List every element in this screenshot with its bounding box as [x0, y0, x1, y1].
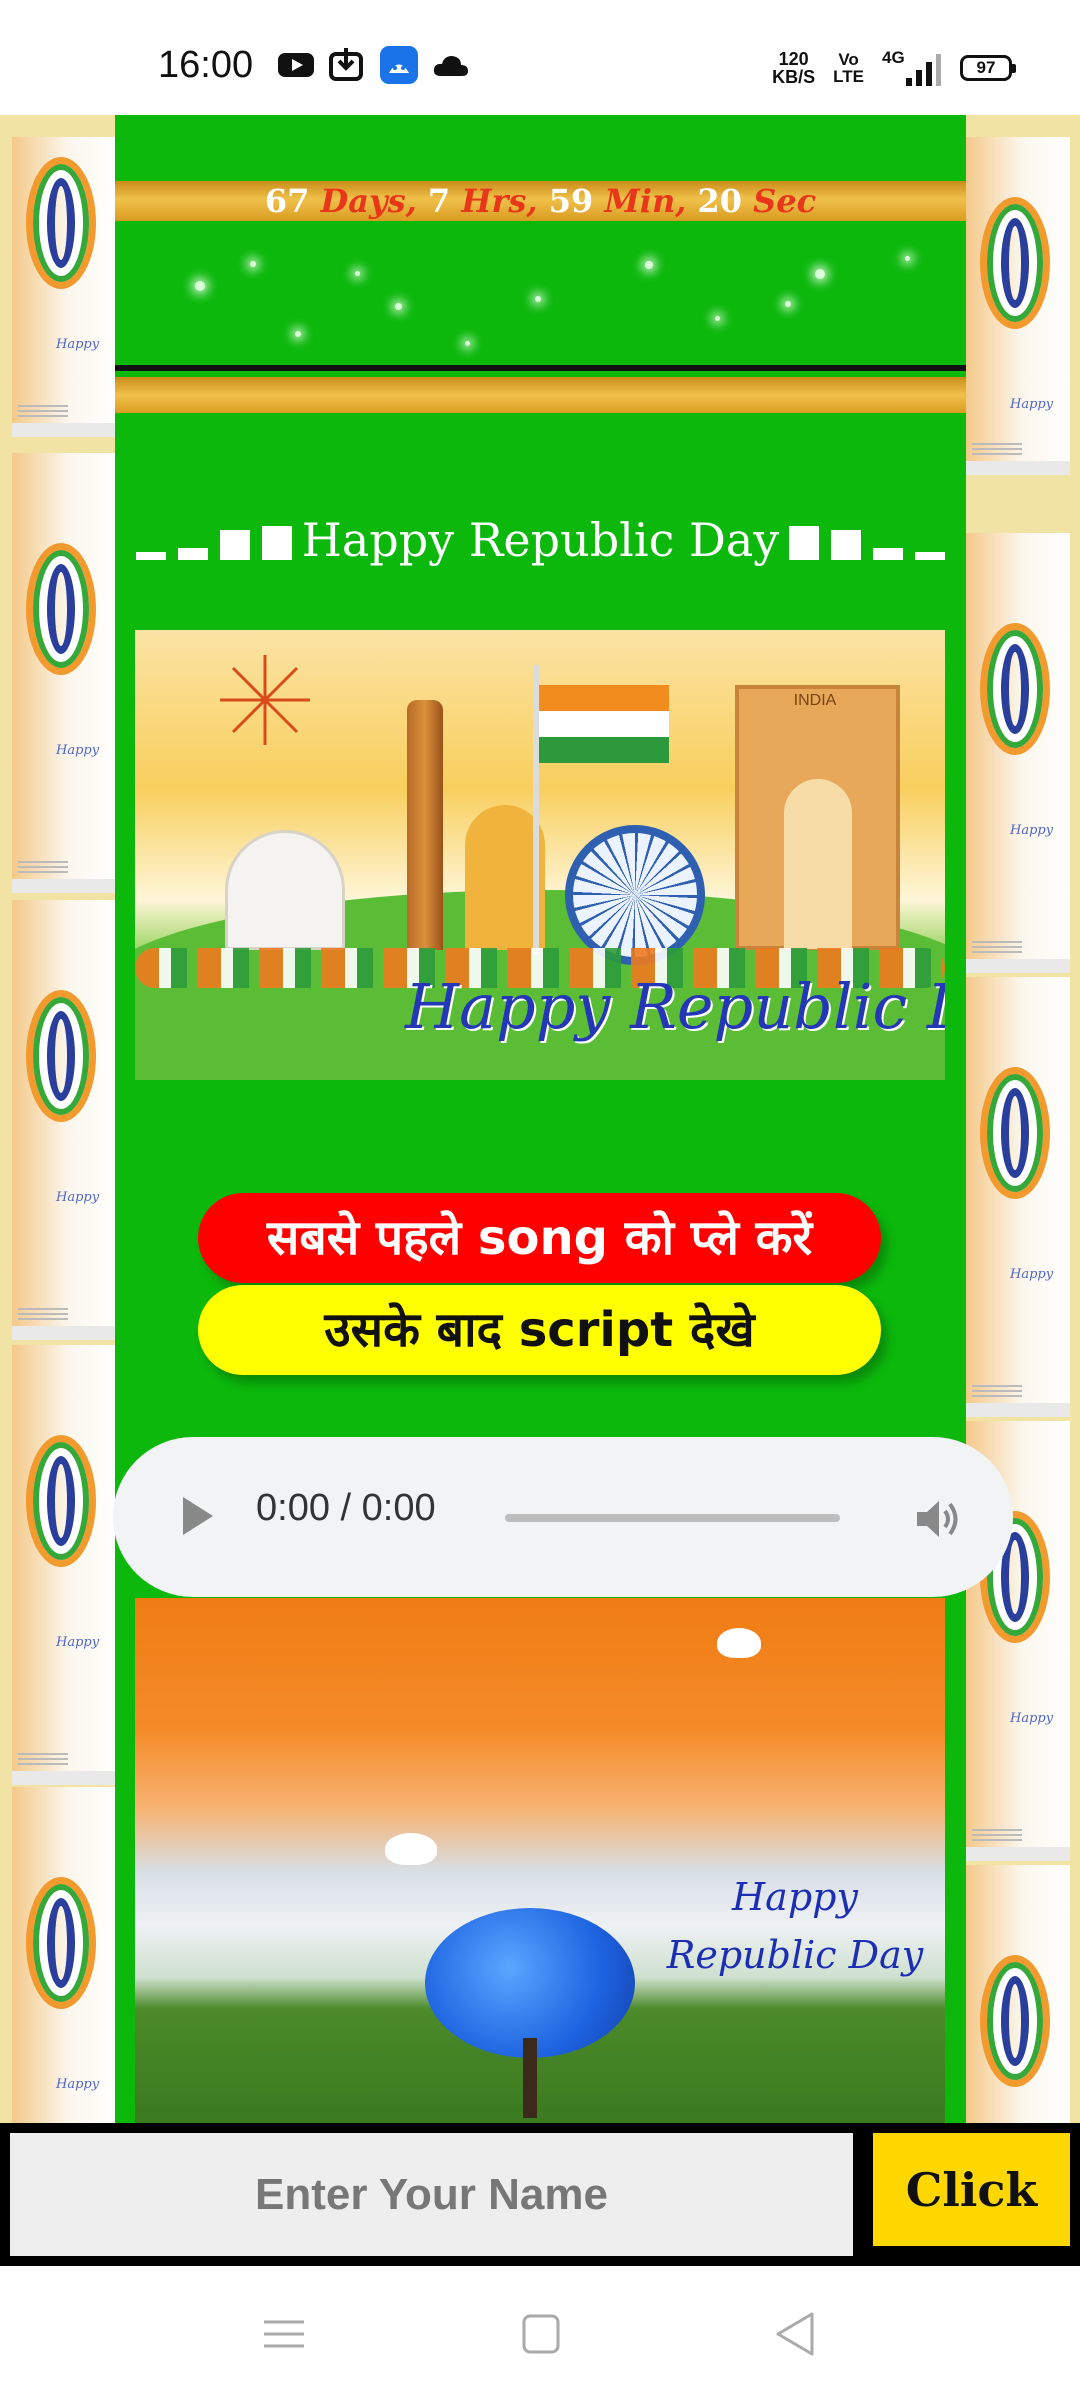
blue-tree-illustration [425, 1908, 635, 2058]
india-gate-label: INDIA [793, 692, 837, 709]
signal-icon: 4G [882, 48, 942, 88]
page-heading: Happy Republic Day [301, 513, 780, 567]
tree-trunk [523, 2038, 537, 2118]
side-tile: Happy [12, 137, 116, 437]
status-bar: 16:00 120 KB/S Vo LTE 4G 97 [0, 0, 1080, 115]
network-speed-unit: KB/S [772, 67, 816, 87]
countdown-seconds: 20 [697, 182, 743, 220]
audio-time: 0:00 / 0:00 [256, 1487, 436, 1529]
main-content: 67 Days, 7 Hrs, 59 Min, 20 Sec Happy Rep… [115, 115, 966, 2125]
volume-icon[interactable] [913, 1497, 963, 1541]
status-right-cluster: 120 KB/S Vo LTE 4G 97 [772, 46, 1016, 90]
qutub-minar-illustration [407, 700, 443, 950]
gold-band-bottom [115, 377, 966, 413]
side-tile: Happy [12, 900, 116, 1340]
countdown-minutes: 59 [548, 182, 594, 220]
countdown-hours-unit: Hrs, [461, 182, 538, 220]
navigation-bar [0, 2266, 1080, 2400]
network-speed-value: 120 [778, 49, 809, 69]
firework-icon [220, 655, 310, 745]
android-app-icon [380, 46, 418, 84]
download-icon [329, 48, 363, 81]
ashoka-chakra-icon [565, 825, 705, 965]
name-input[interactable] [10, 2133, 853, 2256]
side-tile: Happy [966, 533, 1070, 973]
dove-icon [385, 1833, 437, 1865]
countdown-days-unit: Days, [320, 182, 417, 220]
tree-banner: Happy Republic Day [135, 1598, 945, 2125]
heading-row: Happy Republic Day [115, 505, 966, 575]
india-gate-illustration [735, 685, 900, 950]
cloud-icon [433, 56, 468, 76]
click-button[interactable]: Click [873, 2133, 1070, 2246]
home-icon[interactable] [510, 2306, 570, 2362]
side-tile: Happy [966, 1865, 1070, 2125]
sparkle-band [115, 221, 966, 371]
view-script-button[interactable]: उसके बाद script देखे [198, 1285, 881, 1375]
side-tile: Happy [966, 977, 1070, 1417]
play-song-button[interactable]: सबसे पहले song को प्ले करें [198, 1193, 881, 1283]
side-tile: Happy [12, 1345, 116, 1785]
countdown-seconds-unit: Sec [753, 182, 817, 220]
battery-indicator: 97 [960, 55, 1016, 81]
status-time: 16:00 [158, 44, 254, 86]
network-speed: 120 KB/S [772, 50, 815, 86]
side-tile: Happy [966, 137, 1070, 475]
heading-decoration-right [789, 520, 946, 560]
countdown-minutes-unit: Min, [604, 182, 687, 220]
back-icon[interactable] [766, 2306, 826, 2362]
countdown-hours: 7 [427, 182, 451, 220]
countdown-days: 67 [264, 182, 310, 220]
banner-greeting: Happy Republic Day [405, 970, 945, 1043]
play-icon[interactable] [183, 1497, 213, 1535]
republic-day-banner: INDIA Happy Republic Day [135, 630, 945, 1080]
tree-banner-line2: Republic Day [666, 1933, 924, 1977]
menu-icon[interactable] [254, 2306, 314, 2362]
volte-indicator: Vo LTE [833, 51, 864, 85]
dove-icon [717, 1628, 761, 1658]
tree-banner-greeting: Happy Republic Day [665, 1868, 925, 1984]
audio-player: 0:00 / 0:00 [113, 1437, 1013, 1597]
audio-seek-bar[interactable] [505, 1514, 840, 1522]
taj-mahal-illustration [225, 830, 345, 950]
countdown-timer: 67 Days, 7 Hrs, 59 Min, 20 Sec [115, 181, 966, 221]
youtube-icon [278, 53, 314, 77]
indian-flag-icon [539, 685, 669, 763]
volte-top: Vo [838, 50, 859, 69]
side-tile: Happy [12, 453, 116, 893]
tree-banner-line1: Happy [732, 1875, 858, 1919]
side-tile: Happy [12, 1787, 116, 2125]
volte-bottom: LTE [833, 67, 864, 86]
name-input-bar: Click [0, 2123, 1080, 2266]
heading-decoration-left [135, 520, 292, 560]
